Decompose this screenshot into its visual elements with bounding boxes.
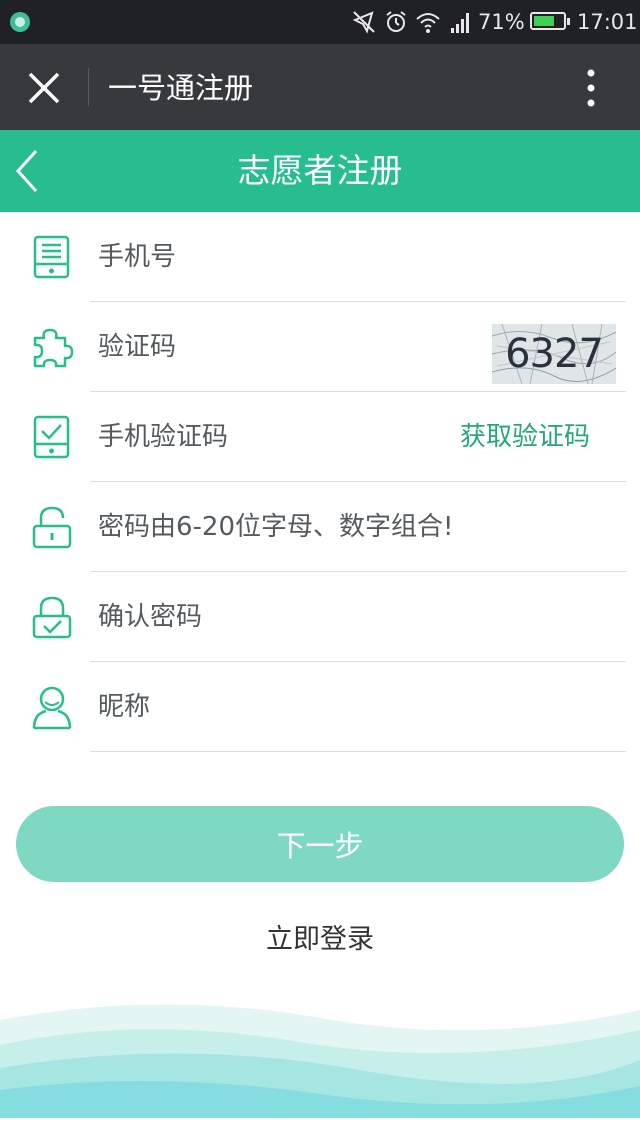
- captcha-input[interactable]: [98, 324, 458, 370]
- user-icon: [32, 686, 72, 730]
- page-header: 志愿者注册: [0, 130, 640, 212]
- sms-code-row: 获取验证码: [0, 392, 640, 482]
- battery-percent: 71%: [478, 10, 525, 34]
- webview-title-bar: 一号通注册: [0, 44, 640, 130]
- title-divider: [88, 68, 89, 106]
- lock-check-icon: [32, 596, 72, 639]
- password-row: [0, 482, 640, 572]
- phone-icon: [33, 235, 70, 279]
- phone-row: [0, 212, 640, 302]
- battery-icon: [530, 12, 570, 30]
- close-icon[interactable]: [22, 66, 66, 110]
- confirm-password-input[interactable]: [98, 594, 598, 640]
- next-button[interactable]: 下一步: [16, 806, 624, 882]
- puzzle-icon: [33, 328, 74, 368]
- battery-level: [534, 16, 554, 26]
- alarm-icon: [386, 11, 406, 32]
- password-input[interactable]: [98, 504, 598, 550]
- captcha-code: 6327: [505, 331, 604, 377]
- clock-time: 17:01: [577, 10, 638, 34]
- captcha-image[interactable]: 6327: [492, 324, 616, 384]
- wifi-icon: [416, 13, 440, 33]
- lock-icon: [32, 506, 72, 549]
- mute-icon: [352, 11, 375, 34]
- status-bar: 71% 17:01: [0, 0, 640, 44]
- decorative-waves: [0, 1004, 640, 1138]
- confirm-password-row: [0, 572, 640, 662]
- notification-app-icon: [10, 12, 30, 32]
- captcha-row: 6327: [0, 302, 640, 392]
- phone-input[interactable]: [98, 234, 458, 280]
- get-sms-code-button[interactable]: 获取验证码: [460, 414, 590, 460]
- login-link[interactable]: 立即登录: [0, 918, 640, 962]
- nickname-row: [0, 662, 640, 752]
- nickname-input[interactable]: [98, 684, 458, 730]
- phone-check-icon: [33, 415, 70, 459]
- page-title: 志愿者注册: [237, 151, 403, 190]
- row-divider: [90, 751, 626, 752]
- signal-icon: [451, 13, 469, 33]
- sms-code-input[interactable]: [98, 414, 438, 460]
- webview-title: 一号通注册: [108, 71, 254, 105]
- more-vertical-icon[interactable]: [576, 66, 606, 110]
